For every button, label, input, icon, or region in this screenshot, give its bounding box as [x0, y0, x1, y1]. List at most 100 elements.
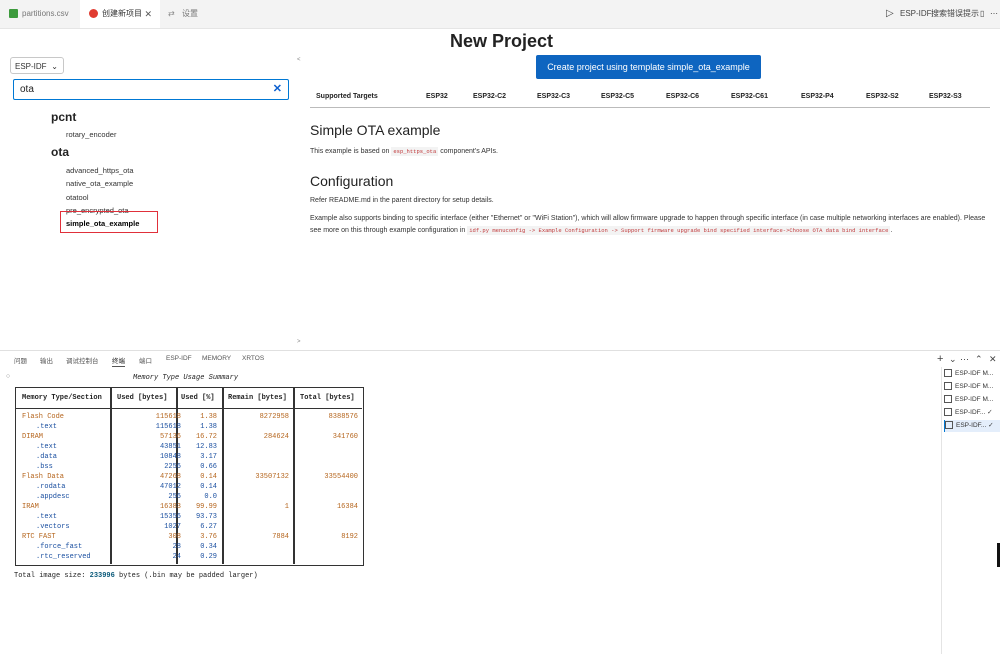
target-item: ESP32-C5 [601, 93, 635, 100]
used-bytes: 43851 [159, 443, 181, 451]
used-bytes: 308 [168, 533, 181, 541]
used-bytes: 115618 [155, 413, 181, 421]
based-on-suffix: component's APIs. [440, 148, 498, 155]
framework-select[interactable]: ESP-IDF ⌄ [10, 57, 64, 74]
clear-search-icon[interactable]: ✕ [273, 80, 282, 99]
configuration-paragraph-end: . [890, 227, 893, 234]
target-item: ESP32-C61 [731, 93, 768, 100]
example-item[interactable]: rotary_encoder [66, 130, 116, 139]
used-percent: 0.66 [200, 463, 217, 471]
used-bytes: 28 [172, 543, 181, 551]
example-item[interactable]: otatool [66, 193, 89, 202]
search-errors-button[interactable]: 搜索错误提示 [931, 0, 979, 28]
terminal-instance-selected[interactable]: ESP-IDF... ✓ [944, 420, 1000, 432]
total-bytes: 8192 [341, 533, 358, 541]
search-input[interactable]: ota ✕ [13, 79, 289, 100]
more-icon[interactable]: ⋯ [990, 0, 998, 28]
targets-header: Supported Targets [316, 93, 378, 100]
column-divider [222, 388, 224, 564]
tab-debug-console[interactable]: 调试控制台 [66, 355, 99, 365]
column-header: Memory Type/Section [22, 394, 102, 402]
example-item[interactable]: advanced_https_ota [66, 166, 134, 175]
remain-bytes [225, 522, 289, 532]
expand-icon[interactable]: > [297, 339, 301, 345]
remain-bytes [225, 422, 289, 432]
used-bytes: 15356 [159, 513, 181, 521]
terminal-instance[interactable]: ESP-IDF M... [944, 381, 1000, 393]
add-terminal-icon[interactable]: + [937, 351, 943, 367]
maximize-panel-icon[interactable]: ⌃ [975, 351, 983, 367]
target-item: ESP32-S2 [866, 93, 899, 100]
terminal-instance[interactable]: ESP-IDF M... [944, 394, 1000, 406]
tab-memory[interactable]: MEMORY [202, 355, 231, 362]
memory-section-name: .data [36, 453, 58, 461]
remain-bytes [225, 552, 289, 562]
tab-actions: ▷ ESP-IDF: 搜索错误提示 ▯ ⋯ [880, 0, 1000, 28]
esp-idf-label[interactable]: ESP-IDF: [900, 0, 934, 28]
terminal-instance-label: ESP-IDF M... [955, 383, 994, 390]
used-percent: 1.38 [200, 413, 217, 421]
tab-partitions-csv[interactable]: partitions.csv [0, 0, 80, 28]
terminal-icon [944, 408, 952, 417]
remain-bytes [225, 462, 289, 472]
used-percent: 6.27 [200, 523, 217, 531]
editor-tab-bar: partitions.csv 创建新项目 ✕ ⇄ 设置 ▷ ESP-IDF: 搜… [0, 0, 1000, 29]
total-image-size: Total image size: 233996 bytes (.bin may… [14, 572, 258, 580]
chevron-down-icon[interactable]: ⌄ [949, 351, 957, 367]
terminal-instance[interactable]: ESP-IDF... ✓ [944, 407, 1000, 419]
column-header: Used [%] [181, 394, 215, 402]
total-bytes [294, 552, 358, 562]
tab-ports[interactable]: 端口 [139, 355, 152, 365]
check-icon: ✓ [987, 409, 993, 416]
selection-highlight-box [60, 211, 158, 233]
target-item: ESP32-C2 [473, 93, 507, 100]
remain-bytes: 8272958 [259, 413, 289, 421]
memory-section-name: .text [36, 513, 58, 521]
terminal-icon [945, 421, 953, 430]
terminal-instance-label: ESP-IDF M... [955, 396, 994, 403]
close-icon[interactable]: ✕ [144, 0, 152, 28]
terminal-list: ESP-IDF M... ESP-IDF M... ESP-IDF M... E… [941, 367, 1000, 654]
tab-terminal[interactable]: 终端 [112, 355, 125, 367]
split-editor-icon[interactable]: ▯ [980, 0, 984, 28]
memory-section-name: .bss [36, 463, 53, 471]
tab-esp-idf[interactable]: ESP-IDF [166, 355, 192, 362]
category-pcnt: pcnt [51, 110, 77, 124]
menuconfig-code: idf.py menuconfig -> Example Configurati… [467, 226, 891, 235]
remain-bytes: 33507132 [255, 473, 289, 481]
total-suffix: bytes (.bin may be padded larger) [119, 572, 258, 580]
tab-label: partitions.csv [22, 9, 69, 18]
memory-usage-table: Memory Type/Section Used [bytes] Used [%… [15, 387, 364, 566]
terminal-output[interactable]: ○ Memory Type Usage Summary Memory Type/… [0, 367, 940, 654]
used-percent: 1.38 [200, 423, 217, 431]
remain-bytes [225, 512, 289, 522]
total-bytes [294, 482, 358, 492]
memory-section-name: .text [36, 423, 58, 431]
tab-new-project[interactable]: 创建新项目 ✕ [80, 0, 160, 28]
example-item[interactable]: native_ota_example [66, 179, 133, 188]
total-bytes [294, 512, 358, 522]
tab-output[interactable]: 输出 [40, 355, 53, 365]
used-bytes: 47012 [159, 483, 181, 491]
tab-label: 创建新项目 [102, 9, 142, 18]
target-item: ESP32 [426, 93, 448, 100]
run-icon[interactable]: ▷ [886, 0, 894, 28]
total-value: 233996 [89, 572, 115, 580]
tab-problems[interactable]: 问题 [14, 355, 27, 365]
more-icon[interactable]: ⋯ [960, 351, 969, 367]
memory-section-name: .rtc_reserved [36, 553, 91, 561]
used-percent: 0.29 [200, 553, 217, 561]
close-panel-icon[interactable]: ✕ [989, 351, 997, 367]
remain-bytes [225, 452, 289, 462]
used-bytes: 2256 [164, 463, 181, 471]
remain-bytes: 284624 [263, 433, 289, 441]
memory-section-name: .vectors [36, 523, 70, 531]
create-project-button[interactable]: Create project using template simple_ota… [536, 55, 761, 79]
terminal-instance[interactable]: ESP-IDF M... [944, 368, 1000, 380]
tab-xrtos[interactable]: XRTOS [242, 355, 264, 362]
terminal-icon [944, 382, 952, 391]
collapse-icon[interactable]: < [297, 57, 301, 63]
used-bytes: 47268 [159, 473, 181, 481]
total-bytes [294, 452, 358, 462]
tab-settings[interactable]: ⇄ 设置 [160, 0, 220, 28]
